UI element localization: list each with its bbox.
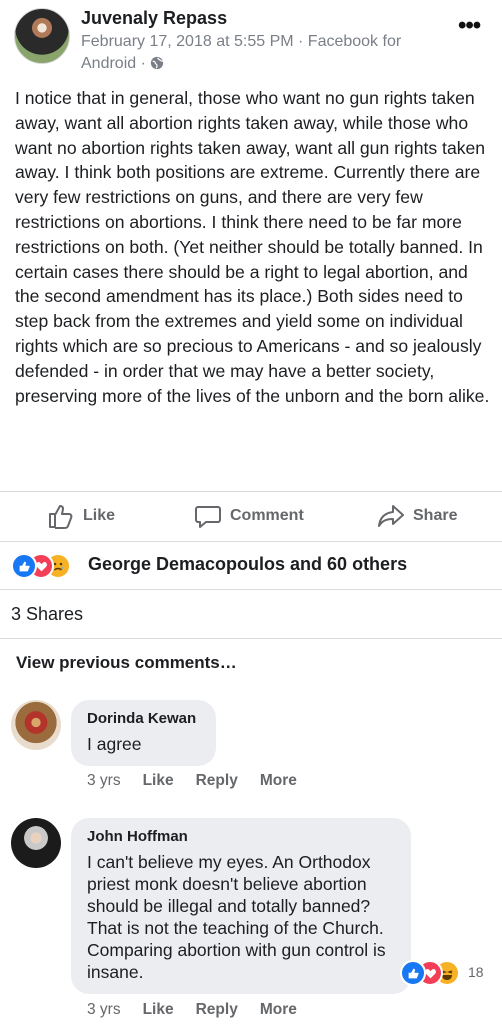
comment-actions: 3 yrs Like Reply More [87,772,297,790]
comment-time: 3 yrs [87,1001,121,1018]
like-reaction-icon [400,960,426,986]
comment-reaction-count: 18 [468,964,484,980]
reactions-summary[interactable]: George Demacopoulos and 60 others [88,554,407,575]
post-source: Android · [81,55,146,72]
comment-like-button[interactable]: Like [143,1001,174,1019]
comment-avatar[interactable] [11,700,61,750]
post-body: I notice that in general, those who want… [15,88,490,406]
post-timestamp[interactable]: February 17, 2018 at 5:55 PM · Facebook … [81,31,441,53]
comment-more-button[interactable]: More [260,772,297,790]
comment-more-button[interactable]: More [260,1001,297,1019]
comment-actions: 3 yrs Like Reply More [87,1001,297,1019]
globe-icon [150,56,164,70]
comment-time: 3 yrs [87,772,121,789]
comment-avatar[interactable] [11,818,61,868]
comment-text: I can't believe my eyes. An Orthodox pri… [87,852,386,982]
comment-bubble: John Hoffman I can't believe my eyes. An… [71,818,411,994]
comment-icon [195,506,221,528]
post-author-name[interactable]: Juvenaly Repass [81,8,227,29]
comment-reply-button[interactable]: Reply [196,772,238,790]
comment-like-button[interactable]: Like [143,772,174,790]
share-label: Share [413,507,458,524]
comment-button[interactable]: Comment [194,502,304,530]
comment-author[interactable]: Dorinda Kewan [87,710,200,727]
comment-author[interactable]: John Hoffman [87,828,395,845]
comment-text: I agree [87,734,142,754]
reaction-icons[interactable] [11,553,81,579]
divider [0,491,502,492]
share-button[interactable]: Share [377,502,457,530]
like-reaction-icon [11,553,37,579]
divider [0,638,502,639]
thumbs-up-icon [49,505,73,529]
post-meta: February 17, 2018 at 5:55 PM · Facebook … [81,31,441,75]
comment-label: Comment [230,507,304,524]
like-label: Like [83,507,116,524]
author-avatar[interactable] [14,8,70,64]
comment-reply-button[interactable]: Reply [196,1001,238,1019]
divider [0,589,502,590]
shares-count[interactable]: 3 Shares [11,604,83,625]
like-button[interactable]: Like [47,502,115,530]
comment-reactions[interactable]: 18 [400,960,484,986]
more-dots-icon[interactable]: ••• [458,12,481,40]
comment-bubble: Dorinda Kewan I agree [71,700,216,766]
share-icon [378,505,404,527]
divider [0,541,502,542]
view-previous-comments[interactable]: View previous comments… [16,653,237,673]
